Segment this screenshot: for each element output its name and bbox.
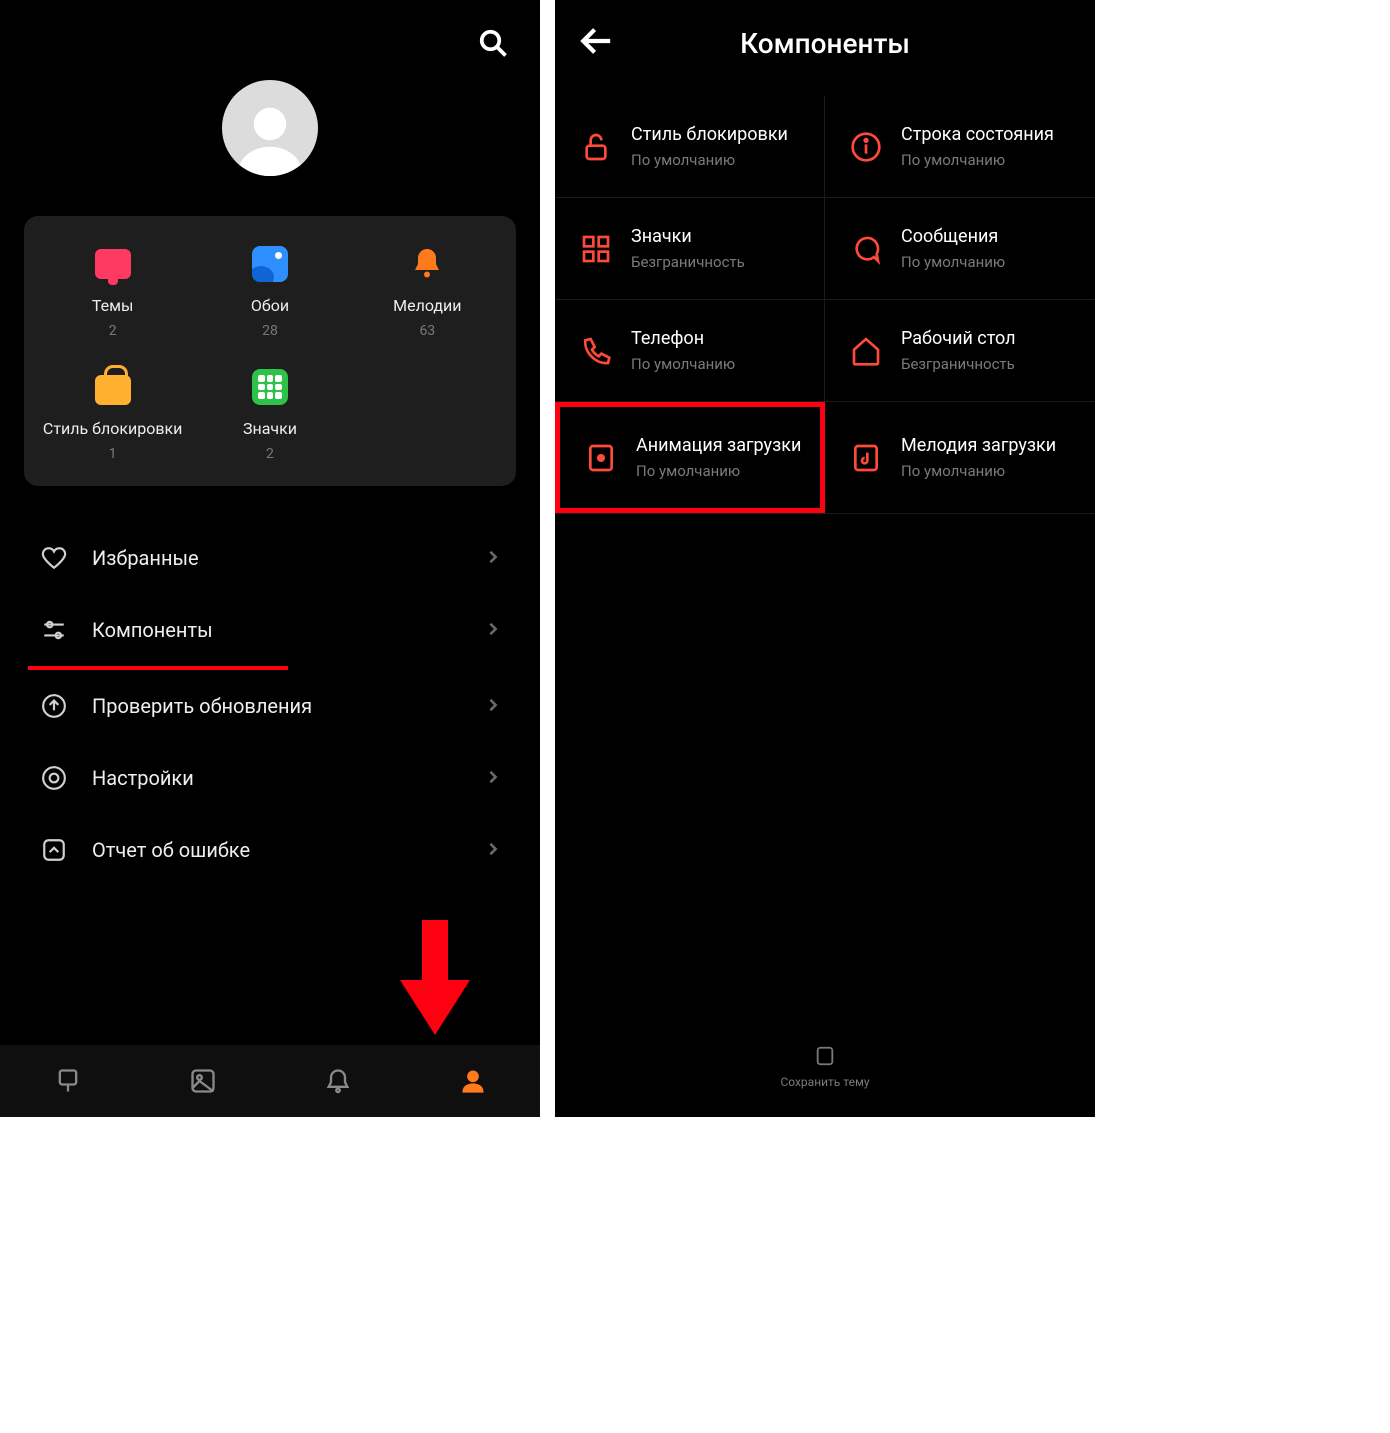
component-messages[interactable]: Сообщения По умолчанию: [825, 198, 1095, 299]
count: 2: [109, 323, 117, 339]
title: Телефон: [631, 328, 735, 349]
menu-components[interactable]: Компоненты: [0, 594, 540, 666]
lock-icon: [577, 128, 615, 166]
component-icons[interactable]: Значки Безграничность: [555, 198, 825, 299]
label: Настройки: [92, 766, 194, 790]
chevron-right-icon: [486, 841, 500, 860]
label: Проверить обновления: [92, 694, 312, 718]
chevron-right-icon: [486, 621, 500, 640]
label: Темы: [92, 296, 134, 315]
title: Значки: [631, 226, 745, 247]
nav-themes[interactable]: [0, 1045, 135, 1117]
save-theme-button[interactable]: Сохранить тему: [555, 1017, 1095, 1117]
profile-screen: Темы 2 Обои 28 Мелодии 63 Стиль блокиров…: [0, 0, 540, 1117]
label: Обои: [251, 296, 289, 315]
bottom-nav: [0, 1045, 540, 1117]
collections-card: Темы 2 Обои 28 Мелодии 63 Стиль блокиров…: [24, 216, 516, 486]
subtitle: По умолчанию: [901, 253, 1005, 271]
info-icon: [847, 128, 885, 166]
spacer: [349, 367, 506, 462]
lock-icon: [95, 375, 131, 405]
title: Строка состояния: [901, 124, 1054, 145]
collection-ringtones[interactable]: Мелодии 63: [349, 244, 506, 339]
subtitle: Безграничность: [901, 355, 1016, 373]
title: Анимация загрузки: [636, 435, 801, 456]
label: Избранные: [92, 546, 199, 570]
subtitle: Безграничность: [631, 253, 745, 271]
chat-icon: [847, 230, 885, 268]
phone-icon: [577, 332, 615, 370]
avatar-wrap: [0, 80, 540, 176]
sliders-icon: [40, 616, 68, 644]
title: Стиль блокировки: [631, 124, 788, 145]
components-screen: Компоненты Стиль блокировки По умолчанию…: [555, 0, 1095, 1117]
component-phone[interactable]: Телефон По умолчанию: [555, 300, 825, 401]
bell-icon: [407, 244, 447, 284]
save-icon: [814, 1045, 836, 1067]
menu-list: Избранные Компоненты Проверить обновлени…: [0, 516, 540, 892]
wallpaper-icon: [252, 246, 288, 282]
component-home[interactable]: Рабочий стол Безграничность: [825, 300, 1095, 401]
label: Мелодии: [393, 296, 461, 315]
title: Сообщения: [901, 226, 1005, 247]
count: 1: [109, 446, 117, 462]
grid-icon: [252, 369, 288, 405]
chevron-right-icon: [486, 697, 500, 716]
update-icon: [40, 692, 68, 720]
component-lockstyle[interactable]: Стиль блокировки По умолчанию: [555, 96, 825, 197]
collection-themes[interactable]: Темы 2: [34, 244, 191, 339]
home-icon: [847, 332, 885, 370]
component-boot-animation[interactable]: Анимация загрузки По умолчанию: [555, 402, 825, 513]
animation-icon: [582, 439, 620, 477]
count: 2: [266, 446, 274, 462]
header: Компоненты: [555, 0, 1095, 86]
annotation-arrow-icon: [400, 920, 470, 1035]
top-bar: [0, 0, 540, 70]
label: Отчет об ошибке: [92, 838, 250, 862]
label: Значки: [243, 419, 297, 438]
menu-bug-report[interactable]: Отчет об ошибке: [0, 814, 540, 886]
label: Компоненты: [92, 618, 213, 642]
collection-wallpapers[interactable]: Обои 28: [191, 244, 348, 339]
subtitle: По умолчанию: [901, 151, 1054, 169]
chevron-right-icon: [486, 769, 500, 788]
gear-icon: [40, 764, 68, 792]
title: Рабочий стол: [901, 328, 1016, 349]
nav-profile[interactable]: [405, 1045, 540, 1117]
label: Стиль блокировки: [43, 419, 183, 438]
heart-icon: [40, 544, 68, 572]
component-statusbar[interactable]: Строка состояния По умолчанию: [825, 96, 1095, 197]
collection-lockstyle[interactable]: Стиль блокировки 1: [34, 367, 191, 462]
grid-icon: [577, 230, 615, 268]
nav-wallpapers[interactable]: [135, 1045, 270, 1117]
menu-favorites[interactable]: Избранные: [0, 522, 540, 594]
subtitle: По умолчанию: [636, 462, 801, 480]
search-icon[interactable]: [478, 28, 508, 62]
page-title: Компоненты: [555, 27, 1095, 60]
theme-icon: [95, 249, 131, 279]
subtitle: По умолчанию: [631, 355, 735, 373]
edit-icon: [40, 836, 68, 864]
nav-ringtones[interactable]: [270, 1045, 405, 1117]
components-grid: Стиль блокировки По умолчанию Строка сос…: [555, 86, 1095, 514]
chevron-right-icon: [486, 549, 500, 568]
subtitle: По умолчанию: [901, 462, 1056, 480]
collection-icons[interactable]: Значки 2: [191, 367, 348, 462]
count: 63: [419, 323, 435, 339]
subtitle: По умолчанию: [631, 151, 788, 169]
back-button[interactable]: [579, 24, 613, 62]
title: Мелодия загрузки: [901, 435, 1056, 456]
menu-settings[interactable]: Настройки: [0, 742, 540, 814]
component-boot-sound[interactable]: Мелодия загрузки По умолчанию: [825, 402, 1095, 513]
count: 28: [262, 323, 278, 339]
label: Сохранить тему: [780, 1075, 869, 1089]
menu-check-updates[interactable]: Проверить обновления: [0, 670, 540, 742]
avatar[interactable]: [222, 80, 318, 176]
music-icon: [847, 439, 885, 477]
